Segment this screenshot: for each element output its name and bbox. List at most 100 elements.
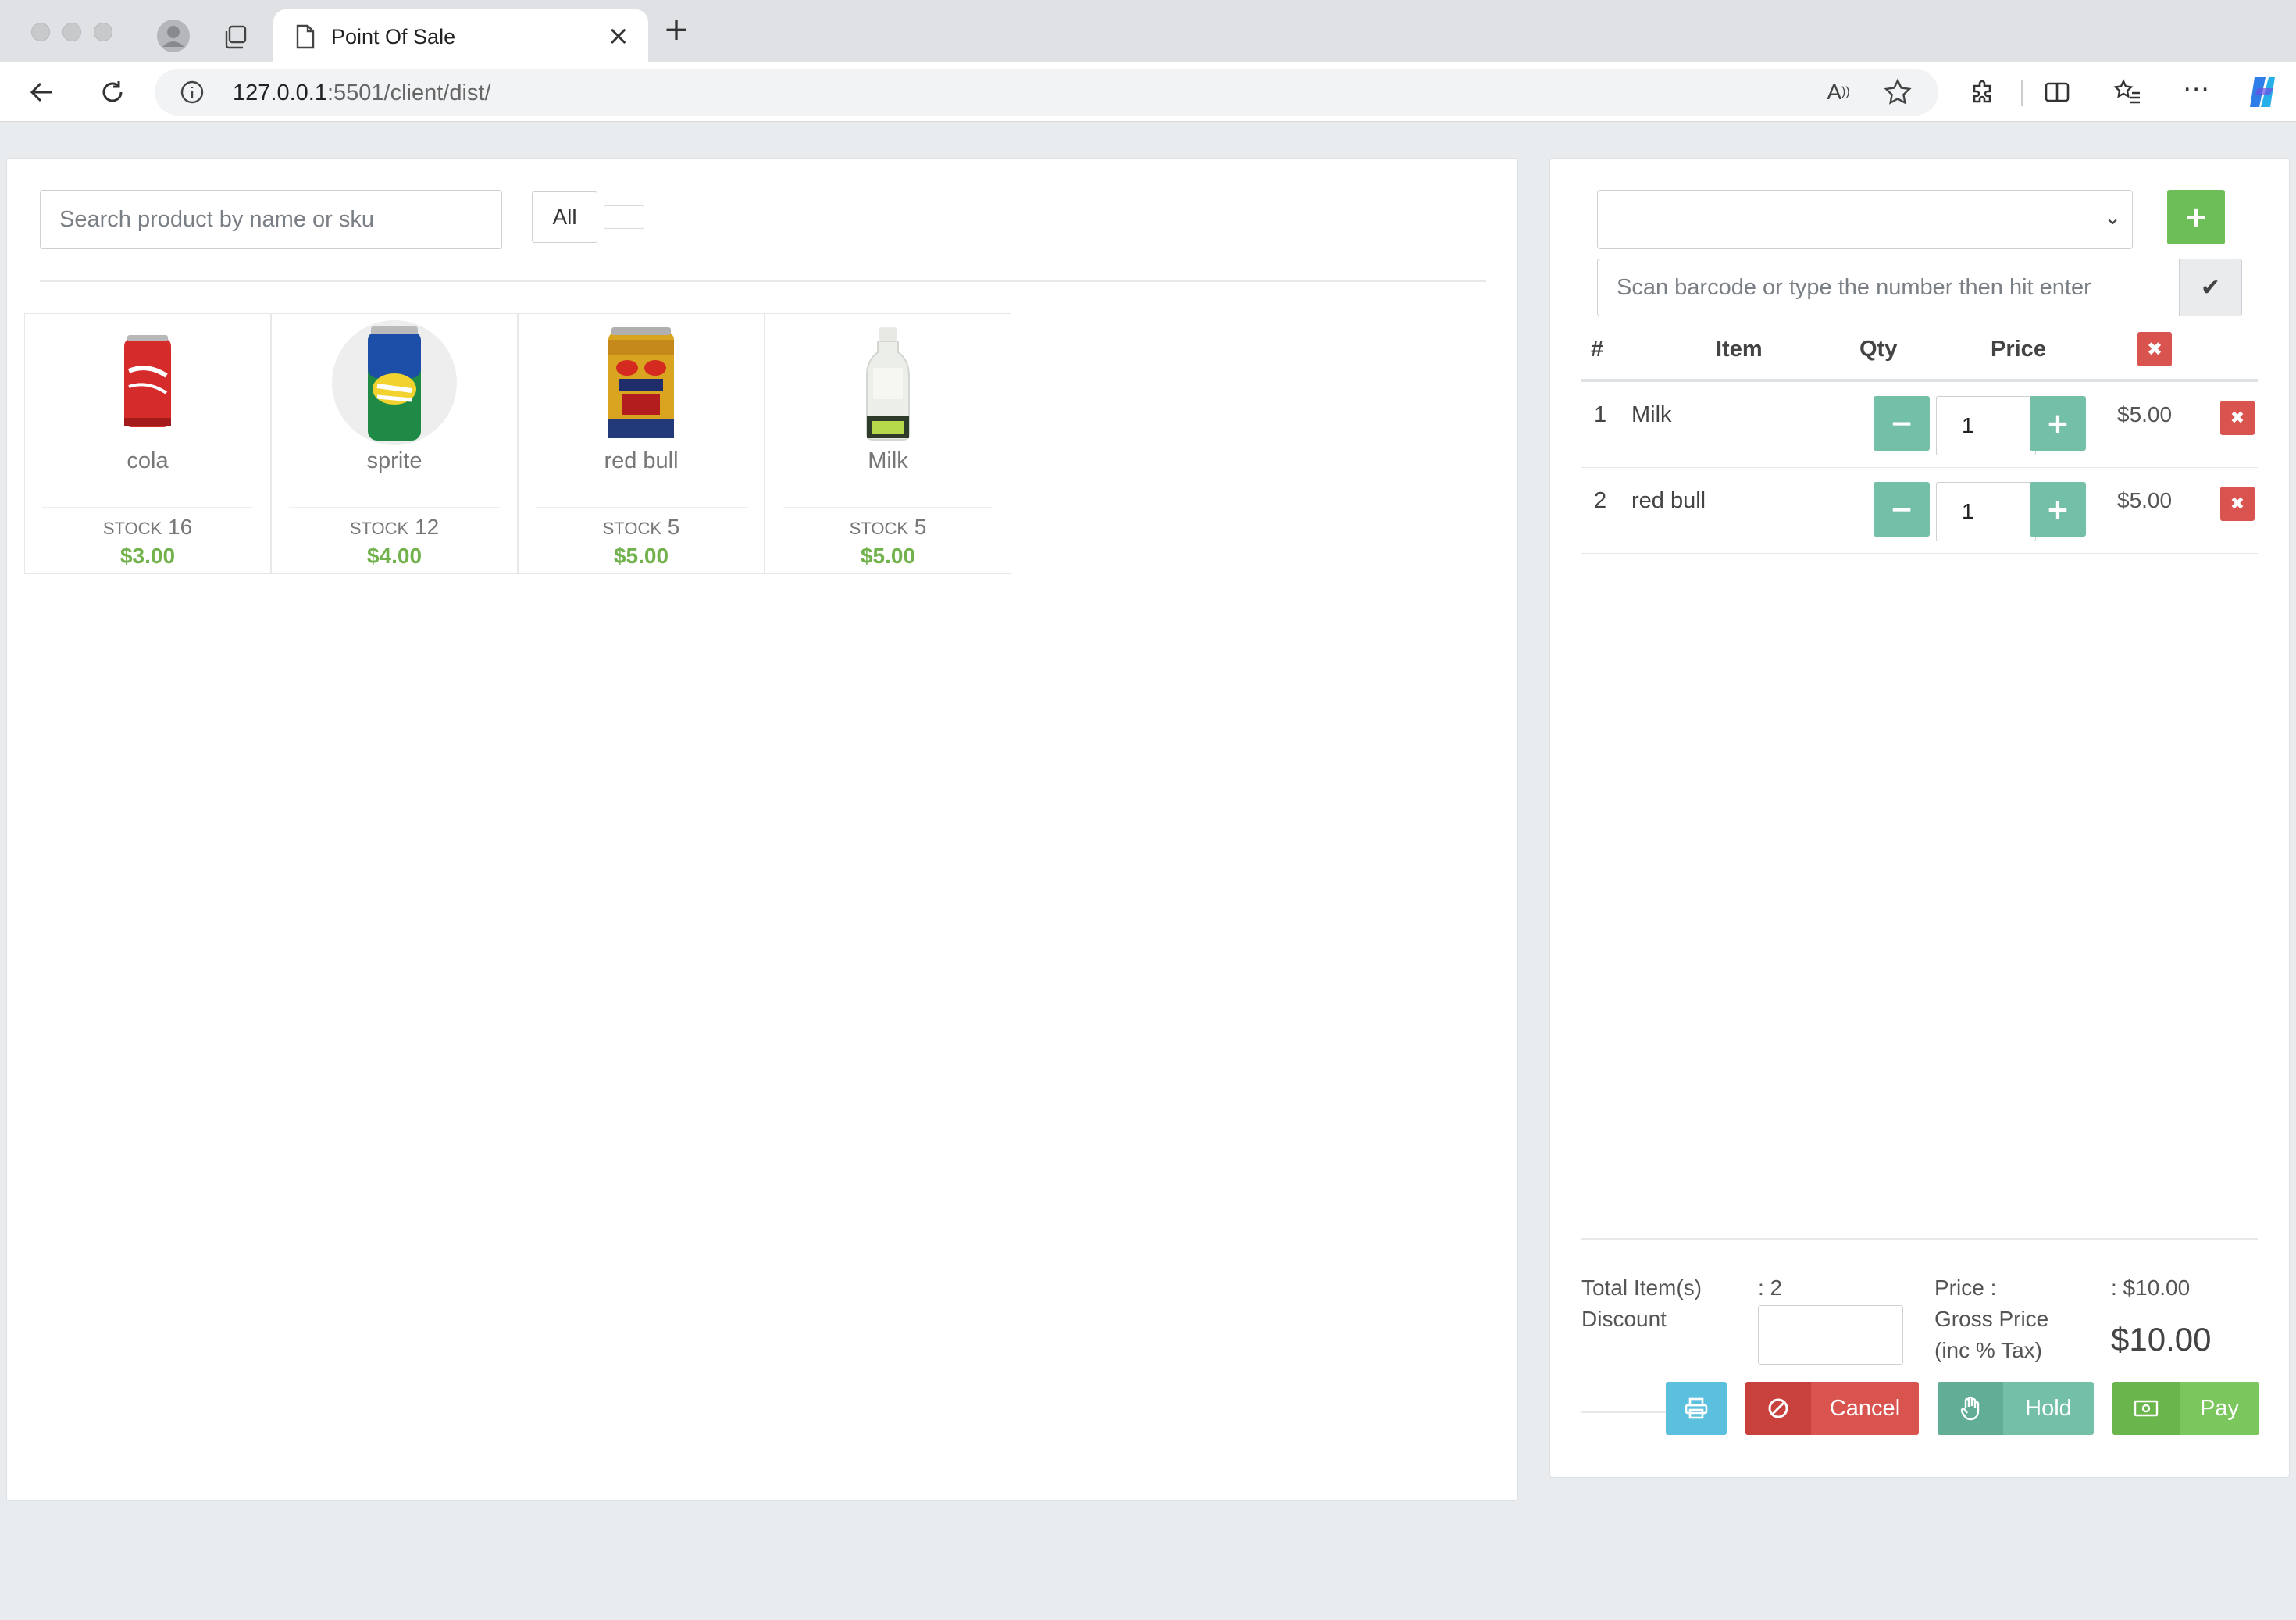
pay-label: Pay (2200, 1395, 2239, 1421)
printer-icon (1666, 1382, 1727, 1435)
barcode-submit-button[interactable]: ✔ (2180, 259, 2242, 316)
product-price: $3.00 (119, 544, 176, 568)
read-aloud-icon[interactable]: A)) (1823, 78, 1854, 106)
product-card[interactable]: Milk STOCK 5 $5.00 (765, 313, 1011, 574)
row-number: 2 (1594, 488, 1607, 513)
product-card[interactable]: red bull STOCK 5 $5.00 (518, 313, 765, 574)
divider (40, 280, 1486, 282)
remove-item-button[interactable]: ✖ (2220, 487, 2255, 521)
gross-price-value: $10.00 (2111, 1321, 2212, 1358)
category-all-button[interactable]: All (532, 191, 597, 243)
url-text: 127.0.0.1:5501/client/dist/ (233, 80, 491, 105)
products-panel: All cola STOCK 16 $3.00 sprite STOCK 12 (6, 158, 1518, 1501)
qty-input[interactable] (1936, 396, 2036, 455)
hold-label: Hold (2025, 1395, 2072, 1421)
barcode-input[interactable] (1597, 259, 2180, 316)
close-icon: ✖ (2230, 494, 2245, 514)
qty-input[interactable] (1936, 482, 2036, 541)
page-icon (294, 23, 317, 50)
red-bull-can-icon (577, 319, 705, 447)
tab-actions-icon[interactable] (220, 22, 251, 53)
card-divider (289, 507, 500, 508)
header-item: Item (1716, 337, 1763, 362)
window-zoom-dot[interactable] (94, 23, 112, 41)
product-name: Milk (868, 448, 908, 473)
profile-icon[interactable] (156, 19, 191, 53)
product-card[interactable]: cola STOCK 16 $3.00 (24, 313, 271, 574)
remove-item-button[interactable]: ✖ (2220, 401, 2255, 435)
increase-qty-button[interactable]: + (2030, 482, 2086, 537)
total-items-label: Total Item(s) (1581, 1276, 1702, 1300)
money-icon (2112, 1382, 2180, 1435)
add-customer-button[interactable]: + (2167, 190, 2225, 244)
row-price: $5.00 (2117, 488, 2173, 512)
product-grid: cola STOCK 16 $3.00 sprite STOCK 12 $4.0… (24, 313, 1011, 574)
increase-qty-button[interactable]: + (2030, 396, 2086, 451)
card-divider (536, 507, 747, 508)
product-search-input[interactable] (40, 190, 502, 249)
tab-title: Point Of Sale (331, 25, 456, 48)
divider (1581, 1411, 1667, 1413)
tab-point-of-sale[interactable]: Point Of Sale × (273, 9, 648, 62)
product-stock: STOCK 16 (102, 515, 193, 539)
price-value: : $10.00 (2111, 1276, 2191, 1300)
toolbar-divider (2021, 80, 2023, 106)
pay-button[interactable]: Pay (2112, 1382, 2259, 1435)
cola-can-icon (84, 319, 212, 447)
product-card[interactable]: sprite STOCK 12 $4.00 (271, 313, 518, 574)
card-divider (42, 507, 253, 508)
gross-price-label: Gross Price (1934, 1307, 2049, 1331)
favorite-star-icon[interactable] (1882, 77, 1913, 108)
decrease-qty-button[interactable]: − (1874, 482, 1930, 537)
back-arrow-icon[interactable] (27, 77, 58, 108)
discount-input[interactable] (1758, 1305, 1903, 1365)
clear-cart-button[interactable]: ✖ (2137, 332, 2172, 366)
product-stock: STOCK 5 (849, 515, 927, 539)
site-info-icon[interactable] (180, 80, 205, 105)
tab-close-icon[interactable]: × (608, 20, 630, 52)
product-price: $5.00 (860, 544, 916, 568)
ban-icon (1745, 1382, 1811, 1435)
reload-icon[interactable] (97, 77, 128, 108)
close-icon: ✖ (2146, 338, 2163, 360)
category-button[interactable] (604, 205, 644, 229)
row-item-name: red bull (1631, 488, 1706, 513)
product-name: cola (127, 448, 169, 473)
sprite-can-icon (330, 319, 458, 447)
cancel-label: Cancel (1829, 1395, 1901, 1421)
extensions-icon[interactable] (1966, 77, 1998, 108)
new-tab-icon[interactable]: + (661, 12, 692, 48)
print-button[interactable] (1666, 1382, 1727, 1435)
chevron-down-icon: ⌄ (2104, 206, 2121, 230)
product-stock: STOCK 5 (602, 515, 680, 539)
browser-tab-bar: Point Of Sale × + (0, 0, 2296, 62)
more-menu-icon[interactable]: ⋯ (2180, 73, 2212, 105)
cart-panel: ⌄ + ✔ # Item Qty Price ✖ 1 Milk − + $5.0… (1549, 158, 2290, 1478)
window-close-dot[interactable] (31, 23, 50, 41)
row-price: $5.00 (2117, 402, 2173, 426)
browser-toolbar: 127.0.0.1:5501/client/dist/ A)) ⋯ (0, 62, 2296, 122)
favorites-icon[interactable] (2112, 77, 2143, 108)
customer-select[interactable]: ⌄ (1597, 190, 2133, 249)
copilot-icon[interactable] (2243, 73, 2280, 111)
milk-bottle-icon (824, 319, 952, 447)
row-number: 1 (1594, 402, 1607, 427)
cancel-button[interactable]: Cancel (1745, 1382, 1919, 1435)
close-icon: ✖ (2230, 408, 2245, 428)
split-screen-icon[interactable] (2041, 77, 2073, 108)
checkmark-icon: ✔ (2200, 273, 2221, 302)
hand-icon (1938, 1382, 2003, 1435)
card-divider (783, 507, 993, 508)
product-price: $4.00 (366, 544, 422, 568)
product-price: $5.00 (613, 544, 669, 568)
decrease-qty-button[interactable]: − (1874, 396, 1930, 451)
table-row: 2 red bull − + $5.00 ✖ (1581, 468, 2258, 554)
hold-button[interactable]: Hold (1938, 1382, 2094, 1435)
address-bar[interactable]: 127.0.0.1:5501/client/dist/ A)) (155, 69, 1938, 116)
table-row: 1 Milk − + $5.00 ✖ (1581, 382, 2258, 468)
header-qty: Qty (1859, 337, 1898, 362)
gross-price-tax-label: (inc % Tax) (1934, 1338, 2042, 1362)
total-items-value: : 2 (1758, 1276, 1783, 1300)
window-minimize-dot[interactable] (62, 23, 81, 41)
discount-label: Discount (1581, 1307, 1667, 1331)
